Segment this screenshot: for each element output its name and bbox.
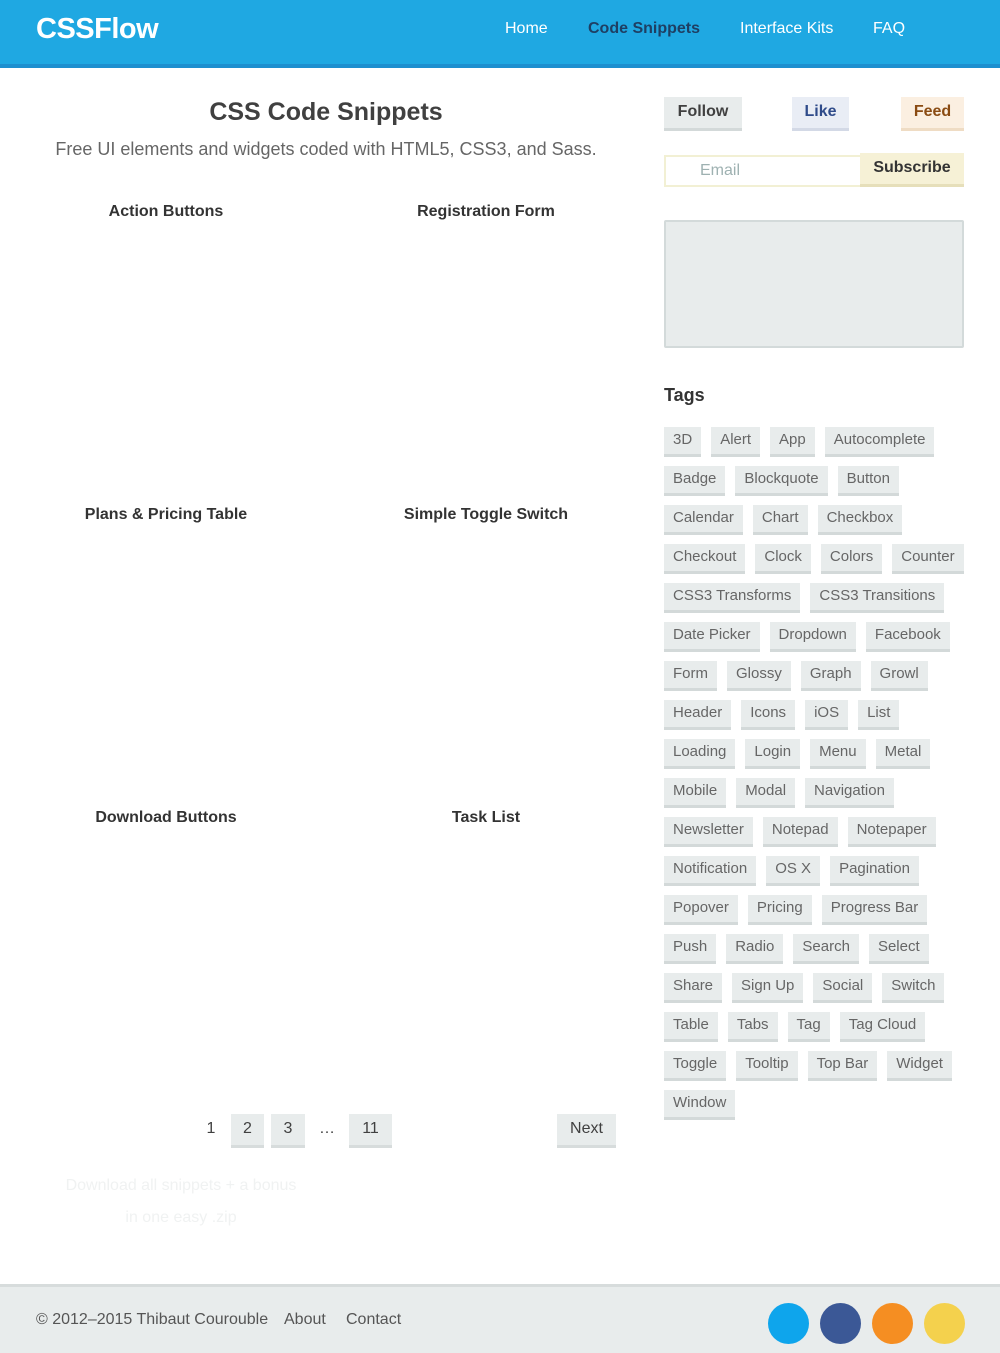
ad-box	[664, 220, 964, 348]
nav-code-snippets[interactable]: Code Snippets	[588, 20, 700, 38]
page-1-current: 1	[206, 1120, 216, 1137]
download-line-2: in one easy .zip	[125, 1209, 237, 1226]
tag-tooltip[interactable]: Tooltip	[736, 1051, 798, 1081]
tag-css3-transforms[interactable]: CSS3 Transforms	[664, 583, 801, 613]
tag-alert[interactable]: Alert	[711, 427, 761, 457]
tag-graph[interactable]: Graph	[800, 661, 861, 691]
tag-social[interactable]: Social	[813, 973, 873, 1003]
tag-badge[interactable]: Badge	[664, 466, 726, 496]
tag-notepaper[interactable]: Notepaper	[847, 817, 936, 847]
twitter-icon[interactable]	[768, 1303, 809, 1344]
tag-colors[interactable]: Colors	[820, 544, 883, 574]
tag-chart[interactable]: Chart	[752, 505, 808, 535]
snippet-download-buttons[interactable]: Download Buttons	[16, 809, 316, 827]
tag-top-bar[interactable]: Top Bar	[807, 1051, 878, 1081]
tag-checkbox[interactable]: Checkbox	[817, 505, 903, 535]
top-bar: CSSFlow Home Code Snippets Interface Kit…	[0, 0, 1000, 68]
nav-faq[interactable]: FAQ	[873, 20, 905, 38]
tag-notification[interactable]: Notification	[664, 856, 757, 886]
nav-interface-kits[interactable]: Interface Kits	[740, 20, 833, 38]
tag-glossy[interactable]: Glossy	[727, 661, 791, 691]
tag-loading[interactable]: Loading	[664, 739, 736, 769]
tag-tag[interactable]: Tag	[787, 1012, 830, 1042]
tag-login[interactable]: Login	[745, 739, 801, 769]
tag-tag-cloud[interactable]: Tag Cloud	[839, 1012, 926, 1042]
tag-navigation[interactable]: Navigation	[805, 778, 894, 808]
tag-checkout[interactable]: Checkout	[664, 544, 746, 574]
tag-widget[interactable]: Widget	[887, 1051, 952, 1081]
tag-window[interactable]: Window	[664, 1090, 736, 1120]
tag-counter[interactable]: Counter	[892, 544, 964, 574]
page-ellipsis: …	[319, 1120, 335, 1137]
tag-share[interactable]: Share	[664, 973, 723, 1003]
tag-mobile[interactable]: Mobile	[664, 778, 727, 808]
tag-menu[interactable]: Menu	[810, 739, 866, 769]
tag-pagination[interactable]: Pagination	[830, 856, 919, 886]
snippet-task-list[interactable]: Task List	[336, 809, 636, 827]
next-page-button[interactable]: Next	[557, 1114, 616, 1148]
tag-form[interactable]: Form	[664, 661, 717, 691]
tag-tabs[interactable]: Tabs	[727, 1012, 778, 1042]
logo[interactable]: CSSFlow	[36, 13, 159, 46]
tag-push[interactable]: Push	[664, 934, 717, 964]
tag-header[interactable]: Header	[664, 700, 732, 730]
rss-icon[interactable]	[872, 1303, 913, 1344]
tag-table[interactable]: Table	[664, 1012, 718, 1042]
tag-modal[interactable]: Modal	[736, 778, 796, 808]
tag-growl[interactable]: Growl	[870, 661, 928, 691]
download-line-1: Download all snippets + a bonus	[65, 1177, 297, 1194]
tag-search[interactable]: Search	[793, 934, 859, 964]
tag-blockquote[interactable]: Blockquote	[735, 466, 828, 496]
tag-newsletter[interactable]: Newsletter	[664, 817, 753, 847]
footer: © 2012–2015 Thibaut Courouble About Cont…	[0, 1284, 1000, 1353]
tag-pricing[interactable]: Pricing	[747, 895, 812, 925]
snippet-toggle-switch[interactable]: Simple Toggle Switch	[336, 506, 636, 524]
facebook-icon[interactable]	[820, 1303, 861, 1344]
tag-switch[interactable]: Switch	[882, 973, 945, 1003]
follow-button[interactable]: Follow	[664, 97, 742, 131]
tag-button[interactable]: Button	[837, 466, 899, 496]
page-title: CSS Code Snippets	[209, 98, 443, 126]
tag-radio[interactable]: Radio	[726, 934, 784, 964]
copyright: © 2012–2015 Thibaut Courouble	[36, 1311, 269, 1328]
nav-home[interactable]: Home	[505, 20, 548, 38]
footer-link-about[interactable]: About	[284, 1311, 326, 1329]
tag-app[interactable]: App	[770, 427, 815, 457]
page-3-button[interactable]: 3	[271, 1114, 305, 1148]
tag-toggle[interactable]: Toggle	[664, 1051, 727, 1081]
tag-icons[interactable]: Icons	[741, 700, 796, 730]
tag-metal[interactable]: Metal	[875, 739, 931, 769]
tag-popover[interactable]: Popover	[664, 895, 738, 925]
tag-select[interactable]: Select	[868, 934, 929, 964]
tag-date-picker[interactable]: Date Picker	[664, 622, 760, 652]
footer-link-contact[interactable]: Contact	[346, 1311, 401, 1329]
tag-sign-up[interactable]: Sign Up	[732, 973, 804, 1003]
tag-autocomplete[interactable]: Autocomplete	[824, 427, 935, 457]
snippet-action-buttons[interactable]: Action Buttons	[16, 203, 316, 221]
tag-calendar[interactable]: Calendar	[664, 505, 743, 535]
tag-ios[interactable]: iOS	[805, 700, 849, 730]
page-2-button[interactable]: 2	[231, 1114, 264, 1148]
page-11-button[interactable]: 11	[349, 1114, 392, 1148]
tag-dropdown[interactable]: Dropdown	[769, 622, 856, 652]
tag-progress-bar[interactable]: Progress Bar	[821, 895, 928, 925]
tag-list[interactable]: List	[858, 700, 900, 730]
tag-notepad[interactable]: Notepad	[762, 817, 838, 847]
download-all-link[interactable]: Download all snippets + a bonus in one e…	[40, 1170, 322, 1234]
tag-css3-transitions[interactable]: CSS3 Transitions	[810, 583, 945, 613]
email-field[interactable]: Email	[664, 155, 860, 187]
page-subtitle: Free UI elements and widgets coded with …	[55, 139, 597, 159]
tag-cloud: 3D Alert App Autocomplete Badge Blockquote But…	[664, 427, 974, 1129]
tag-clock[interactable]: Clock	[755, 544, 811, 574]
tags-heading: Tags	[664, 385, 705, 405]
tag-facebook[interactable]: Facebook	[865, 622, 950, 652]
snippet-pricing-table[interactable]: Plans & Pricing Table	[16, 506, 316, 524]
tag-os-x[interactable]: OS X	[766, 856, 821, 886]
email-icon[interactable]	[924, 1303, 965, 1344]
subscribe-button[interactable]: Subscribe	[860, 153, 964, 187]
feed-button[interactable]: Feed	[901, 97, 964, 131]
like-button[interactable]: Like	[792, 97, 849, 131]
snippet-registration-form[interactable]: Registration Form	[336, 203, 636, 221]
tag-3d[interactable]: 3D	[664, 427, 702, 457]
